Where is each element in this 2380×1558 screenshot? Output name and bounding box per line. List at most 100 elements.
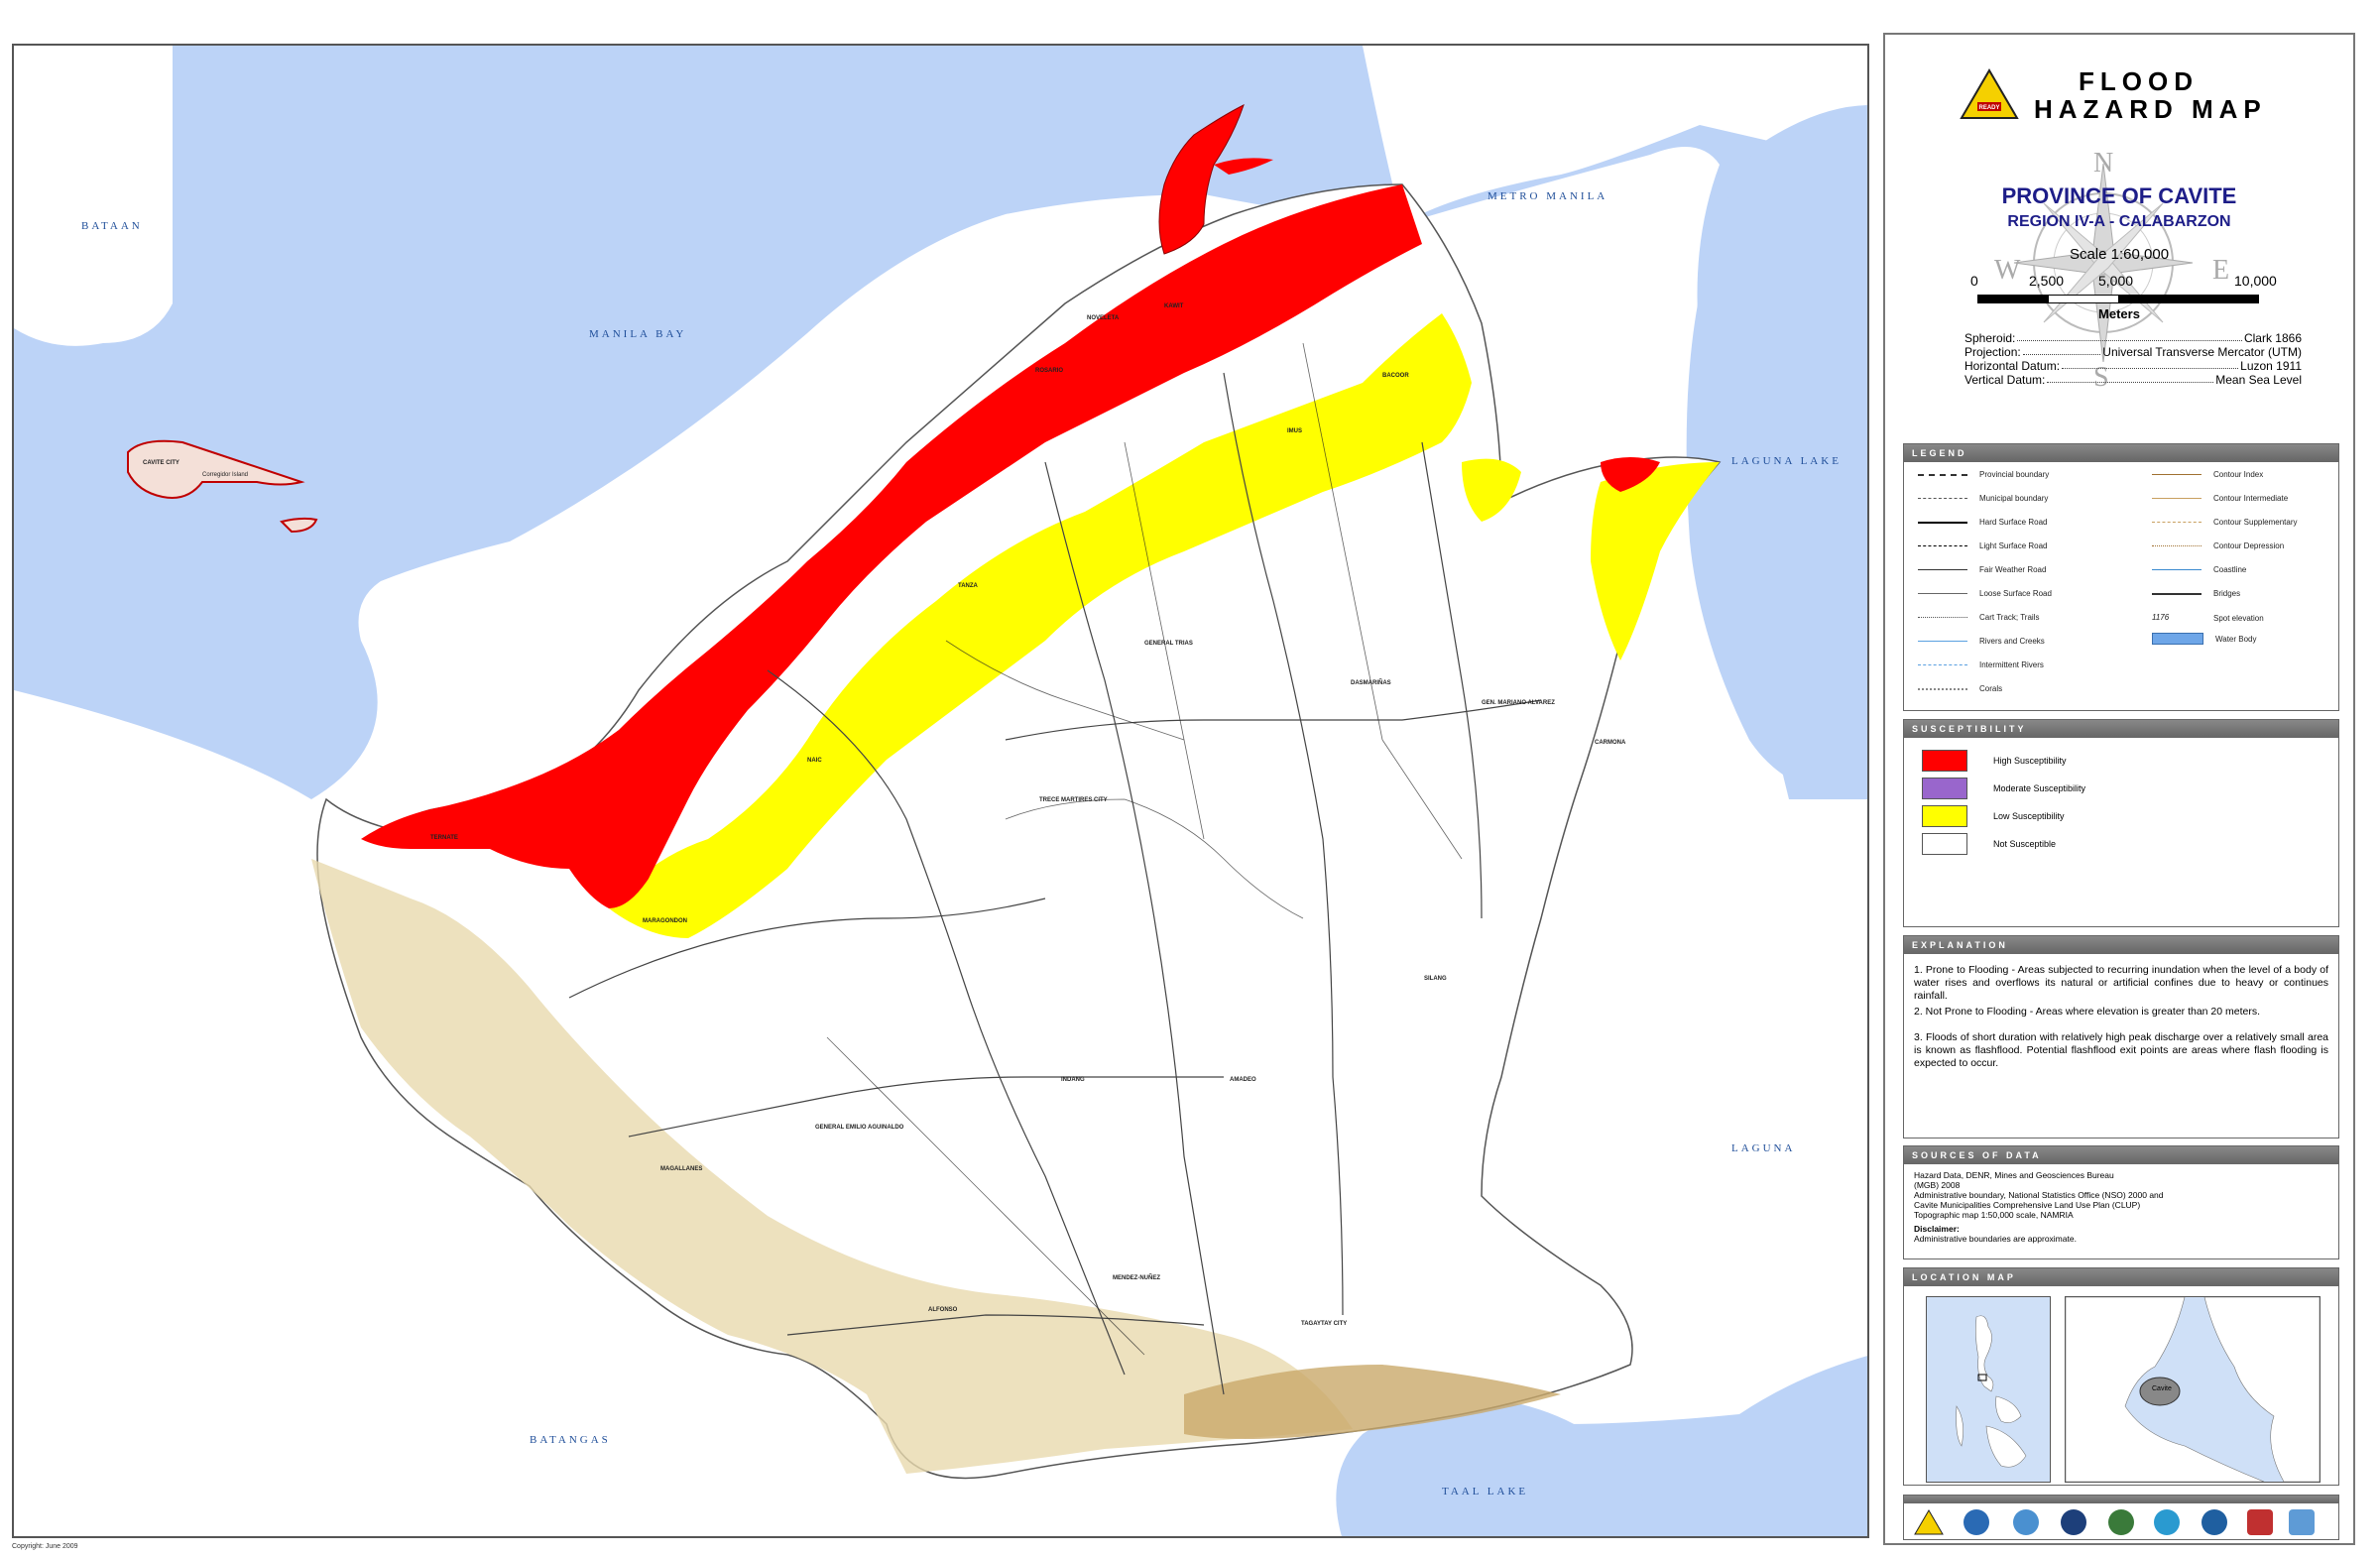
namria-logo-icon	[2154, 1509, 2180, 1535]
phivolcs-logo-icon	[2013, 1509, 2039, 1535]
legend-intermittent-rivers: Intermittent Rivers	[1918, 660, 2044, 669]
legend-contour-index: Contour Index	[2152, 470, 2263, 479]
susceptibility-high: High Susceptibility	[1922, 750, 2067, 772]
datum-horizontal: Horizontal Datum: Luzon 1911	[1964, 359, 2302, 373]
susceptibility-moderate: Moderate Susceptibility	[1922, 778, 2085, 799]
undp-logo-icon	[2289, 1509, 2315, 1535]
dost-logo-icon	[2202, 1509, 2227, 1535]
place-amadeo: AMADEO	[1230, 1077, 1256, 1083]
place-maragondon: MARAGONDON	[643, 918, 687, 924]
ready-project-logo-icon	[1914, 1509, 1944, 1535]
sources-header: SOURCES OF DATA	[1904, 1146, 2338, 1164]
source-line-1: Hazard Data, DENR, Mines and Geosciences…	[1914, 1170, 2114, 1180]
legend-header: LEGEND	[1904, 444, 2338, 462]
legend-contour-depression: Contour Depression	[2152, 541, 2284, 550]
place-general-trias: GENERAL TRIAS	[1144, 641, 1193, 647]
place-magallanes: MAGALLANES	[660, 1166, 703, 1172]
region-name: REGION IV-A - CALABARZON	[2007, 213, 2231, 230]
explanation-item-2: 2. Not Prone to Flooding - Areas where e…	[1914, 1006, 2261, 1018]
susceptibility-none: Not Susceptible	[1922, 833, 2056, 855]
logos-panel	[1903, 1495, 2339, 1540]
label-metro-manila: METRO MANILA	[1488, 190, 1608, 202]
inset-cavite-label: Cavite	[2152, 1385, 2172, 1392]
legend-provincial-boundary: Provincial boundary	[1918, 470, 2049, 479]
disclaimer-text: Administrative boundaries are approximat…	[1914, 1234, 2077, 1244]
place-alfonso: ALFONSO	[928, 1307, 958, 1313]
copyright-note: Copyright: June 2009	[12, 1543, 78, 1550]
place-gen-emilio-aguinaldo: GENERAL EMILIO AGUINALDO	[815, 1125, 904, 1131]
place-tanza: TANZA	[958, 583, 978, 589]
province-name: PROVINCE OF CAVITE	[2001, 183, 2237, 208]
legend-corals: Corals	[1918, 684, 2002, 693]
legend-hard-surface-road: Hard Surface Road	[1918, 518, 2047, 527]
location-map-panel: LOCATION MAP Cavite	[1903, 1267, 2339, 1486]
datum-vertical: Vertical Datum: Mean Sea Level	[1964, 373, 2302, 387]
label-bataan: BATAAN	[81, 220, 143, 232]
compass-n: N	[2093, 148, 2114, 179]
scale-label: Scale 1:60,000	[2069, 246, 2170, 263]
pagasa-logo-icon	[2108, 1509, 2134, 1535]
legend-contour-intermediate: Contour Intermediate	[2152, 494, 2288, 503]
ready-logo-text: READY	[1978, 105, 1999, 111]
label-taal-lake: TAAL LAKE	[1442, 1486, 1529, 1498]
label-batangas: BATANGAS	[530, 1434, 611, 1446]
place-bacoor: BACOOR	[1382, 373, 1409, 379]
legend-bridges: Bridges	[2152, 589, 2240, 598]
label-manila-bay: MANILA BAY	[589, 328, 687, 340]
datum-spheroid: Spheroid: Clark 1866	[1964, 331, 2302, 345]
legend-spot-elevation: 1176 Spot elevation	[2152, 613, 2264, 623]
philippines-inset-map	[1926, 1296, 2051, 1483]
sources-panel: SOURCES OF DATA Hazard Data, DENR, Mines…	[1903, 1145, 2339, 1259]
disclaimer-title: Disclaimer:	[1914, 1224, 1960, 1234]
place-gma: GEN. MARIANO ALVAREZ	[1482, 700, 1555, 706]
legend-contour-supplementary: Contour Supplementary	[2152, 518, 2298, 527]
explanation-panel: EXPLANATION 1. Prone to Flooding - Areas…	[1903, 935, 2339, 1139]
place-imus: IMUS	[1287, 428, 1302, 434]
explanation-header: EXPLANATION	[1904, 936, 2338, 954]
explanation-item-3: 3. Floods of short duration with relativ…	[1914, 1031, 2328, 1069]
scale-unit: Meters	[2098, 306, 2140, 321]
map-title-line1: FLOOD	[2079, 66, 2199, 96]
scale-tick-1: 2,500	[2029, 273, 2065, 289]
legend-fair-weather-road: Fair Weather Road	[1918, 565, 2046, 574]
side-panel: N S W E READY FLOOD HAZARD MAP PROVINCE …	[1883, 33, 2355, 1545]
legend-panel: LEGEND Provincial boundary Municipal bou…	[1903, 443, 2339, 711]
scale-tick-2: 5,000	[2098, 273, 2134, 289]
place-tagaytay-city: TAGAYTAY CITY	[1301, 1321, 1348, 1327]
bataan-land	[14, 46, 173, 346]
map-title-line2: HAZARD MAP	[2034, 94, 2267, 124]
title-block: N S W E READY FLOOD HAZARD MAP PROVINCE …	[1885, 35, 2353, 441]
susceptibility-panel: SUSCEPTIBILITY High Susceptibility Moder…	[1903, 719, 2339, 927]
place-indang: INDANG	[1061, 1077, 1085, 1083]
scale-tick-0: 0	[1970, 273, 1978, 289]
explanation-item-1: 1. Prone to Flooding - Areas subjected t…	[1914, 964, 2328, 1002]
place-noveleta: NOVELETA	[1087, 315, 1120, 321]
scale-bar	[1977, 295, 2259, 303]
legend-municipal-boundary: Municipal boundary	[1918, 494, 2048, 503]
label-laguna: LAGUNA	[1731, 1142, 1796, 1154]
ready-logo-icon: READY	[1960, 68, 2019, 119]
mgb-logo-icon	[1964, 1509, 1989, 1535]
source-line-4: Cavite Municipalities Comprehensive Land…	[1914, 1200, 2141, 1210]
place-carmona: CARMONA	[1595, 740, 1626, 746]
source-line-2: (MGB) 2008	[1914, 1180, 1961, 1190]
location-map-header: LOCATION MAP	[1904, 1268, 2338, 1286]
scale-tick-3: 10,000	[2234, 273, 2277, 289]
source-line-3: Administrative boundary, National Statis…	[1914, 1190, 2164, 1200]
agency-logo-icon	[2247, 1509, 2273, 1535]
place-ternate: TERNATE	[430, 835, 458, 841]
place-naic: NAIC	[807, 758, 822, 764]
ocd-logo-icon	[2061, 1509, 2086, 1535]
label-laguna-lake: LAGUNA LAKE	[1731, 455, 1842, 467]
legend-water-body: Water Body	[2152, 633, 2257, 645]
place-silang: SILANG	[1424, 976, 1447, 982]
place-rosario: ROSARIO	[1035, 368, 1064, 374]
legend-light-surface-road: Light Surface Road	[1918, 541, 2048, 550]
susceptibility-header: SUSCEPTIBILITY	[1904, 720, 2338, 738]
datum-projection: Projection: Universal Transverse Mercator…	[1964, 345, 2302, 359]
place-dasmarinas: DASMARIÑAS	[1351, 680, 1391, 686]
legend-cart-track: Cart Track; Trails	[1918, 613, 2039, 622]
map-frame: BATAAN MANILA BAY METRO MANILA LAGUNA LA…	[12, 44, 1869, 1538]
place-trece-martires: TRECE MARTIRES CITY	[1039, 797, 1108, 803]
legend-rivers: Rivers and Creeks	[1918, 637, 2045, 646]
